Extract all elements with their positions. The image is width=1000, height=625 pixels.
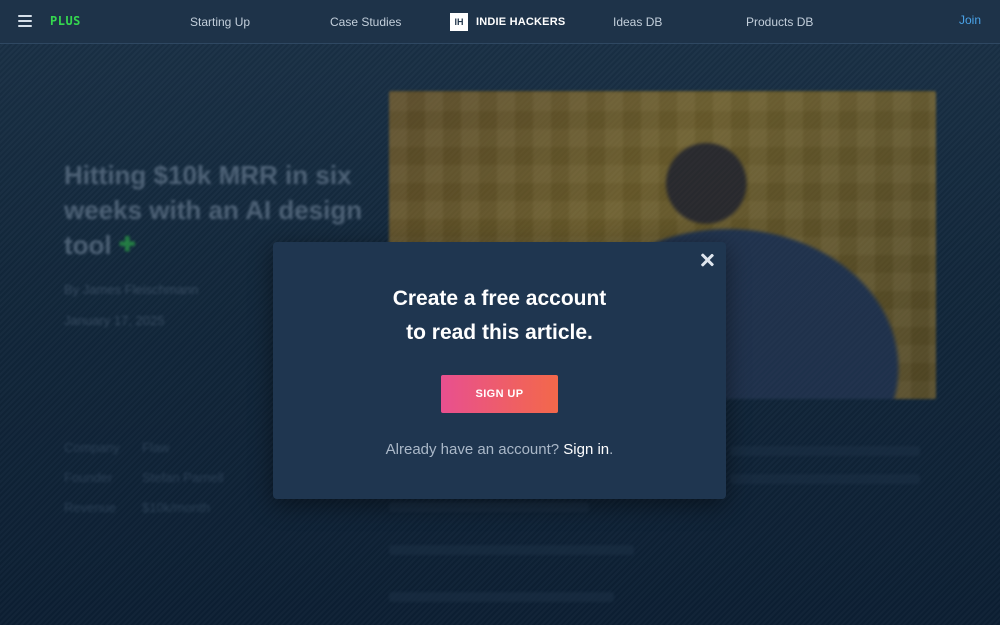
plus-badge-icon: ✚ (118, 234, 136, 256)
nav-link-products-db[interactable]: Products DB (746, 15, 813, 29)
meta-row: Revenue $10k/month (64, 500, 210, 515)
modal-heading: Create a free account to read this artic… (392, 287, 607, 344)
indie-hackers-logo-icon: IH (450, 13, 468, 31)
article-date: January 17, 2025 (64, 313, 165, 328)
close-icon[interactable] (699, 252, 715, 268)
sign-in-link[interactable]: Sign in (563, 441, 609, 458)
text-placeholder (389, 502, 589, 512)
nav-link-ideas-db[interactable]: Ideas DB (613, 15, 662, 29)
article-meta: Company Flaw Founder Stefan Parnell Reve… (64, 440, 224, 530)
nav-link-starting-up[interactable]: Starting Up (190, 15, 250, 29)
top-nav: PLUS Starting Up Case Studies IH INDIE H… (0, 0, 1000, 44)
meta-row: Founder Stefan Parnell (64, 470, 224, 485)
text-placeholder (389, 592, 614, 602)
sign-up-button[interactable]: SIGN UP (441, 375, 558, 413)
text-placeholder (730, 446, 920, 456)
nav-link-case-studies[interactable]: Case Studies (330, 15, 401, 29)
join-link[interactable]: Join (959, 13, 981, 27)
meta-row: Company Flaw (64, 440, 170, 455)
signup-modal: Create a free account to read this artic… (273, 242, 726, 499)
article-byline: By James Fleischmann (64, 282, 199, 297)
text-placeholder (389, 545, 634, 555)
already-have-account-text: Already have an account? Sign in. (385, 441, 614, 458)
plus-link[interactable]: PLUS (50, 14, 81, 28)
menu-icon[interactable] (18, 15, 32, 27)
brand-name: INDIE HACKERS (476, 16, 566, 28)
text-placeholder (730, 474, 920, 484)
brand-logo-link[interactable]: IH INDIE HACKERS (450, 13, 565, 31)
